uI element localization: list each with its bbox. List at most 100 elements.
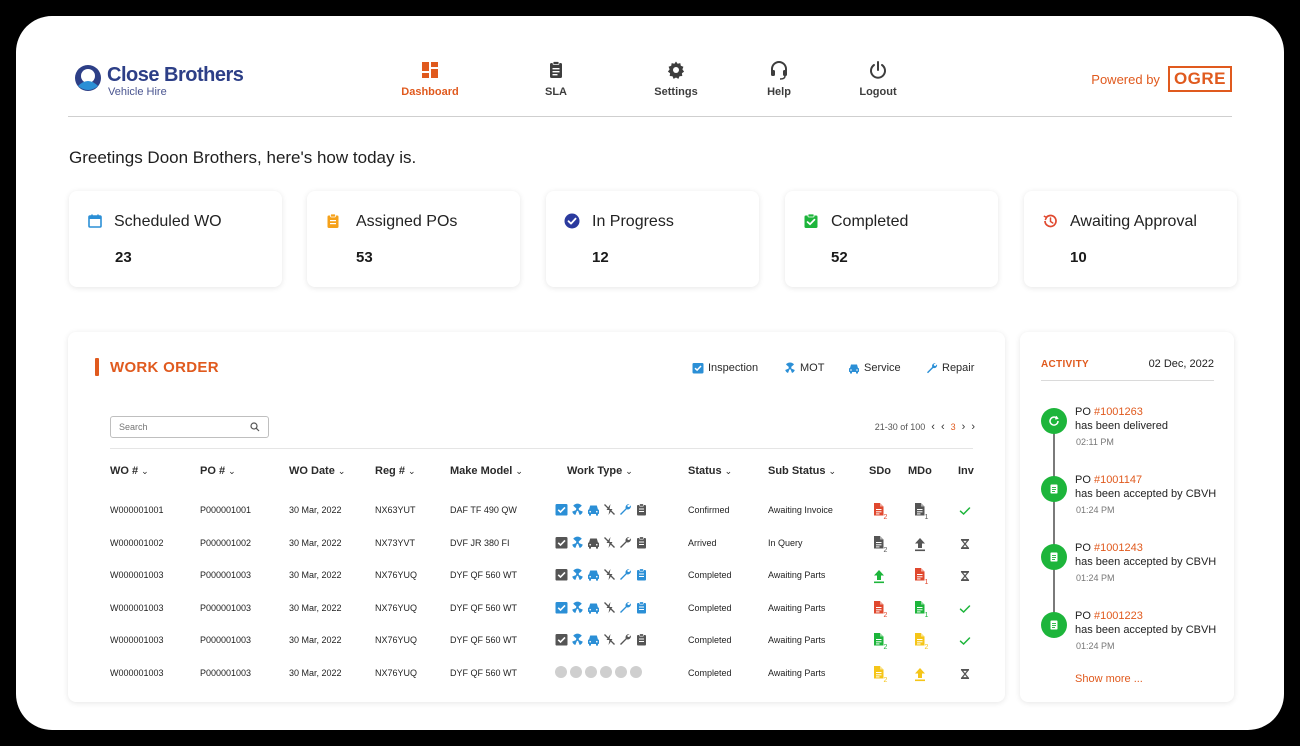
sdo-document[interactable] [869,566,889,586]
brand-logo[interactable]: Close Brothers Vehicle Hire [74,62,254,102]
mdo-document[interactable]: 1 [910,501,930,521]
col-header-mdo[interactable]: MDo [908,465,932,477]
nav-settings[interactable]: Settings [631,60,721,98]
sdo-document[interactable]: 2 [869,599,889,619]
activity-status-dot [1041,544,1067,570]
mdo-document[interactable]: 1 [910,599,930,619]
powered-by-text: Powered by [1091,71,1160,87]
clipboard-check-icon [804,213,818,228]
cell-status: Confirmed [688,505,730,515]
search-input[interactable] [110,416,269,438]
activity-po-link[interactable]: #1001147 [1094,474,1142,486]
hourglass-icon[interactable] [955,566,975,586]
table-row[interactable]: W000001003 P000001003 30 Mar, 2022 NX76YUQ D… [68,657,1005,689]
mdo-document[interactable]: 2 [910,631,930,651]
document-icon: 2 [874,503,888,521]
hourglass-icon[interactable] [955,534,975,554]
refresh-icon [1049,415,1059,426]
table-row[interactable]: W000001003 P000001003 30 Mar, 2022 NX76YUQ D… [68,559,1005,591]
nav-help[interactable]: Help [734,60,824,98]
table-row[interactable]: W000001001 P000001001 30 Mar, 2022 NX63YUT D… [68,494,1005,526]
section-accent-bar [95,358,99,376]
clipboard-icon [550,61,562,78]
col-header-work-type[interactable]: Work Type ⌄ [567,465,633,477]
mdo-document[interactable] [910,534,930,554]
hourglass-icon[interactable] [955,664,975,684]
activity-title-line: PO #1001243 [1075,542,1143,554]
col-header-po[interactable]: PO # ⌄ [200,465,236,477]
prev-page-button[interactable]: ‹ [941,421,945,433]
col-header-make-model[interactable]: Make Model ⌄ [450,465,523,477]
table-row[interactable]: W000001003 P000001003 30 Mar, 2022 NX76YUQ D… [68,624,1005,656]
search-icon[interactable] [250,422,260,432]
activity-po-link[interactable]: #1001223 [1094,610,1143,622]
cell-po: P000001003 [200,602,252,613]
check-icon[interactable] [955,599,975,619]
document-icon: 2 [874,633,888,651]
current-page[interactable]: 3 [951,422,956,432]
table-row[interactable]: W000001003 P000001003 30 Mar, 2022 NX76YUQ D… [68,592,1005,624]
work-order-panel: WORK ORDER Inspection MOT Service Repair… [68,332,1005,702]
sdo-document[interactable]: 2 [869,664,889,684]
last-page-button[interactable]: › [971,421,975,433]
upload-icon [915,537,925,551]
table-row[interactable]: W000001002 P000001002 30 Mar, 2022 NX73YVT D… [68,527,1005,559]
timeline-line [1053,418,1055,628]
legend-inspection-label: Inspection [708,362,759,374]
stat-card-completed[interactable]: Completed 52 [785,191,998,287]
repair-icon [927,363,938,374]
work-type-placeholder [585,666,597,678]
col-header-label: Reg # [375,465,405,477]
mdo-document[interactable]: 1 [910,566,930,586]
sdo-document[interactable]: 2 [869,534,889,554]
nav-sla[interactable]: SLA [511,60,601,98]
svg-text:2: 2 [884,514,888,521]
cell-po: P000001002 [200,537,252,548]
check-icon[interactable] [955,631,975,651]
document-icon: 1 [915,503,929,521]
sdo-document[interactable]: 2 [869,631,889,651]
first-page-button[interactable]: ‹ [931,421,935,433]
activity-status-dot [1041,408,1067,434]
work-type-icons [555,666,642,678]
service-icon [588,635,599,646]
col-header-label: WO # [110,465,139,477]
document-icon: 2 [915,633,929,651]
brand-mark-icon [75,65,101,91]
activity-po-prefix: PO [1075,610,1094,622]
activity-po-link[interactable]: #1001263 [1094,406,1143,418]
calendar-icon [88,214,102,228]
sort-caret-icon: ⌄ [228,466,236,476]
stat-card-scheduled-wo[interactable]: Scheduled WO 23 [69,191,282,287]
show-more-link[interactable]: Show more ... [1075,673,1143,685]
activity-title: ACTIVITY [1041,359,1089,370]
activity-po-link[interactable]: #1001243 [1094,542,1143,554]
col-header-wo[interactable]: WO # ⌄ [110,465,149,477]
clipboard-icon [637,536,646,549]
col-header-inv[interactable]: Inv [958,465,974,477]
work-type-placeholder [615,666,627,678]
mot-icon [785,362,795,373]
stat-card-in-progress[interactable]: In Progress 12 [546,191,759,287]
col-header-wo-date[interactable]: WO Date ⌄ [289,465,345,477]
document-icon: 2 [874,600,888,619]
check-icon[interactable] [955,501,975,521]
nav-dashboard[interactable]: Dashboard [385,60,475,98]
next-page-button[interactable]: › [962,421,966,433]
nav-logout[interactable]: Logout [833,60,923,98]
cell-reg: NX76YUQ [375,668,418,678]
document-icon: 2 [874,535,888,554]
work-type-placeholder [570,666,582,678]
col-header-reg[interactable]: Reg # ⌄ [375,465,416,477]
col-header-sdo[interactable]: SDo [869,465,891,477]
sdo-document[interactable]: 2 [869,501,889,521]
col-header-status[interactable]: Status ⌄ [688,465,732,477]
activity-time: 02:11 PM [1076,437,1114,447]
stat-card-awaiting-approval[interactable]: Awaiting Approval 10 [1024,191,1237,287]
activity-po-prefix: PO [1075,474,1094,486]
mdo-document[interactable] [910,664,930,684]
stat-card-assigned-pos[interactable]: Assigned POs 53 [307,191,520,287]
col-header-sub-status[interactable]: Sub Status ⌄ [768,465,836,477]
cell-po: P000001001 [200,505,252,515]
svg-text:2: 2 [884,547,888,554]
